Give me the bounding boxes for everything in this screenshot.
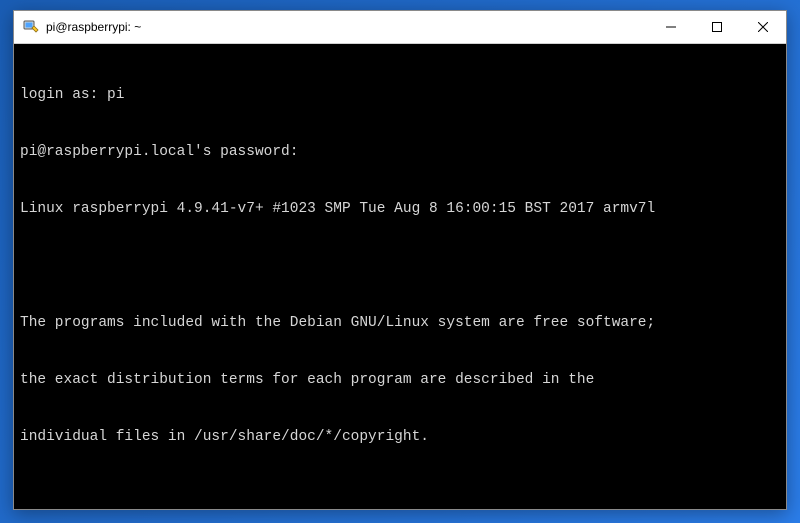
window-title: pi@raspberrypi: ~ — [46, 20, 648, 34]
terminal-line: pi@raspberrypi.local's password: — [20, 143, 780, 162]
terminal-line: Linux raspberrypi 4.9.41-v7+ #1023 SMP T… — [20, 200, 780, 219]
terminal-body[interactable]: login as: pi pi@raspberrypi.local's pass… — [14, 44, 786, 509]
terminal-line: login as: pi — [20, 86, 780, 105]
maximize-button[interactable] — [694, 11, 740, 43]
terminal-line: the exact distribution terms for each pr… — [20, 371, 780, 390]
titlebar[interactable]: pi@raspberrypi: ~ — [14, 11, 786, 44]
minimize-button[interactable] — [648, 11, 694, 43]
close-button[interactable] — [740, 11, 786, 43]
terminal-line: individual files in /usr/share/doc/*/cop… — [20, 428, 780, 447]
terminal-line — [20, 485, 780, 504]
terminal-line: The programs included with the Debian GN… — [20, 314, 780, 333]
putty-icon — [22, 18, 40, 36]
terminal-line — [20, 257, 780, 276]
terminal-window: pi@raspberrypi: ~ login as: pi pi@raspbe… — [13, 10, 787, 510]
